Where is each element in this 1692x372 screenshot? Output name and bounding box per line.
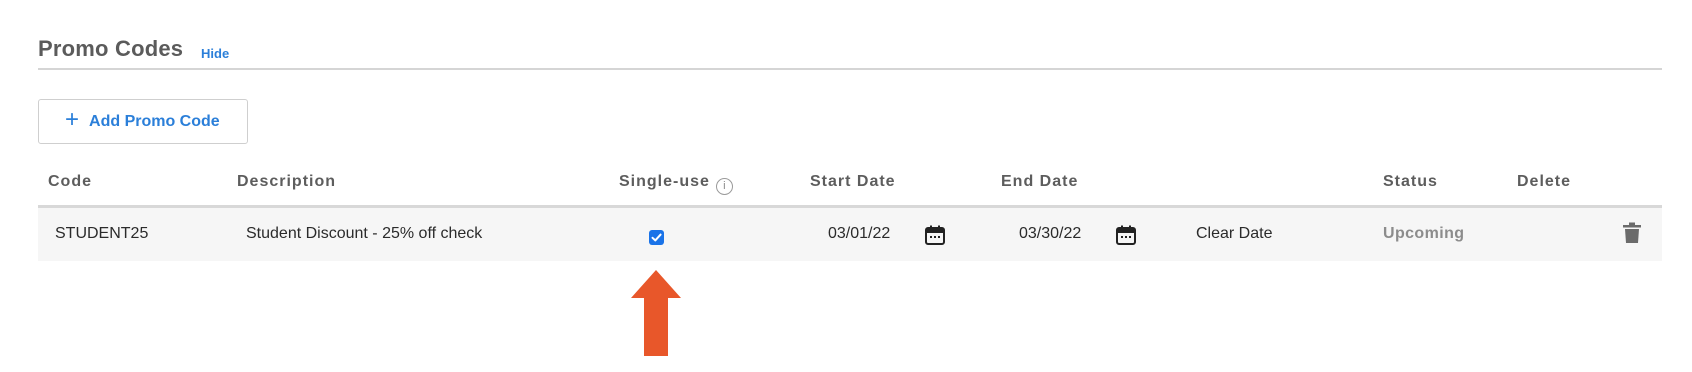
add-promo-code-label: Add Promo Code (89, 112, 220, 130)
trash-icon[interactable] (1623, 222, 1641, 244)
add-promo-code-button[interactable]: + Add Promo Code (38, 99, 248, 144)
column-header-code[interactable]: Code (48, 173, 92, 191)
status-badge: Upcoming (1383, 225, 1465, 242)
info-icon[interactable]: i (715, 178, 733, 195)
column-header-status[interactable]: Status (1383, 173, 1438, 191)
section-header: Promo Codes Hide (38, 36, 1662, 70)
column-header-end-date[interactable]: End Date (1001, 173, 1078, 191)
column-header-description[interactable]: Description (237, 173, 336, 191)
checkmark-icon (651, 233, 662, 242)
table-row: STUDENT25 Student Discount - 25% off che… (38, 208, 1662, 261)
description-cell[interactable]: Student Discount - 25% off check (246, 225, 482, 243)
end-date-input[interactable]: 03/30/22 (1019, 225, 1081, 243)
calendar-icon[interactable] (924, 224, 946, 246)
hide-link[interactable]: Hide (201, 46, 229, 61)
single-use-checkbox[interactable] (649, 230, 664, 245)
column-header-delete: Delete (1517, 173, 1572, 190)
calendar-icon[interactable] (1115, 224, 1137, 246)
start-date-input[interactable]: 03/01/22 (828, 225, 890, 243)
annotation-arrow-icon (631, 270, 681, 356)
plus-icon: + (65, 106, 80, 133)
column-header-start-date[interactable]: Start Date (810, 173, 896, 191)
single-use-header-label: Single-use (619, 173, 710, 190)
clear-date-button[interactable]: Clear Date (1196, 225, 1272, 243)
promo-codes-panel: Promo Codes Hide + Add Promo Code Code D… (0, 0, 1692, 372)
section-title: Promo Codes (38, 36, 184, 61)
column-header-single-use: Single-use i (619, 173, 733, 195)
code-cell[interactable]: STUDENT25 (55, 225, 148, 243)
